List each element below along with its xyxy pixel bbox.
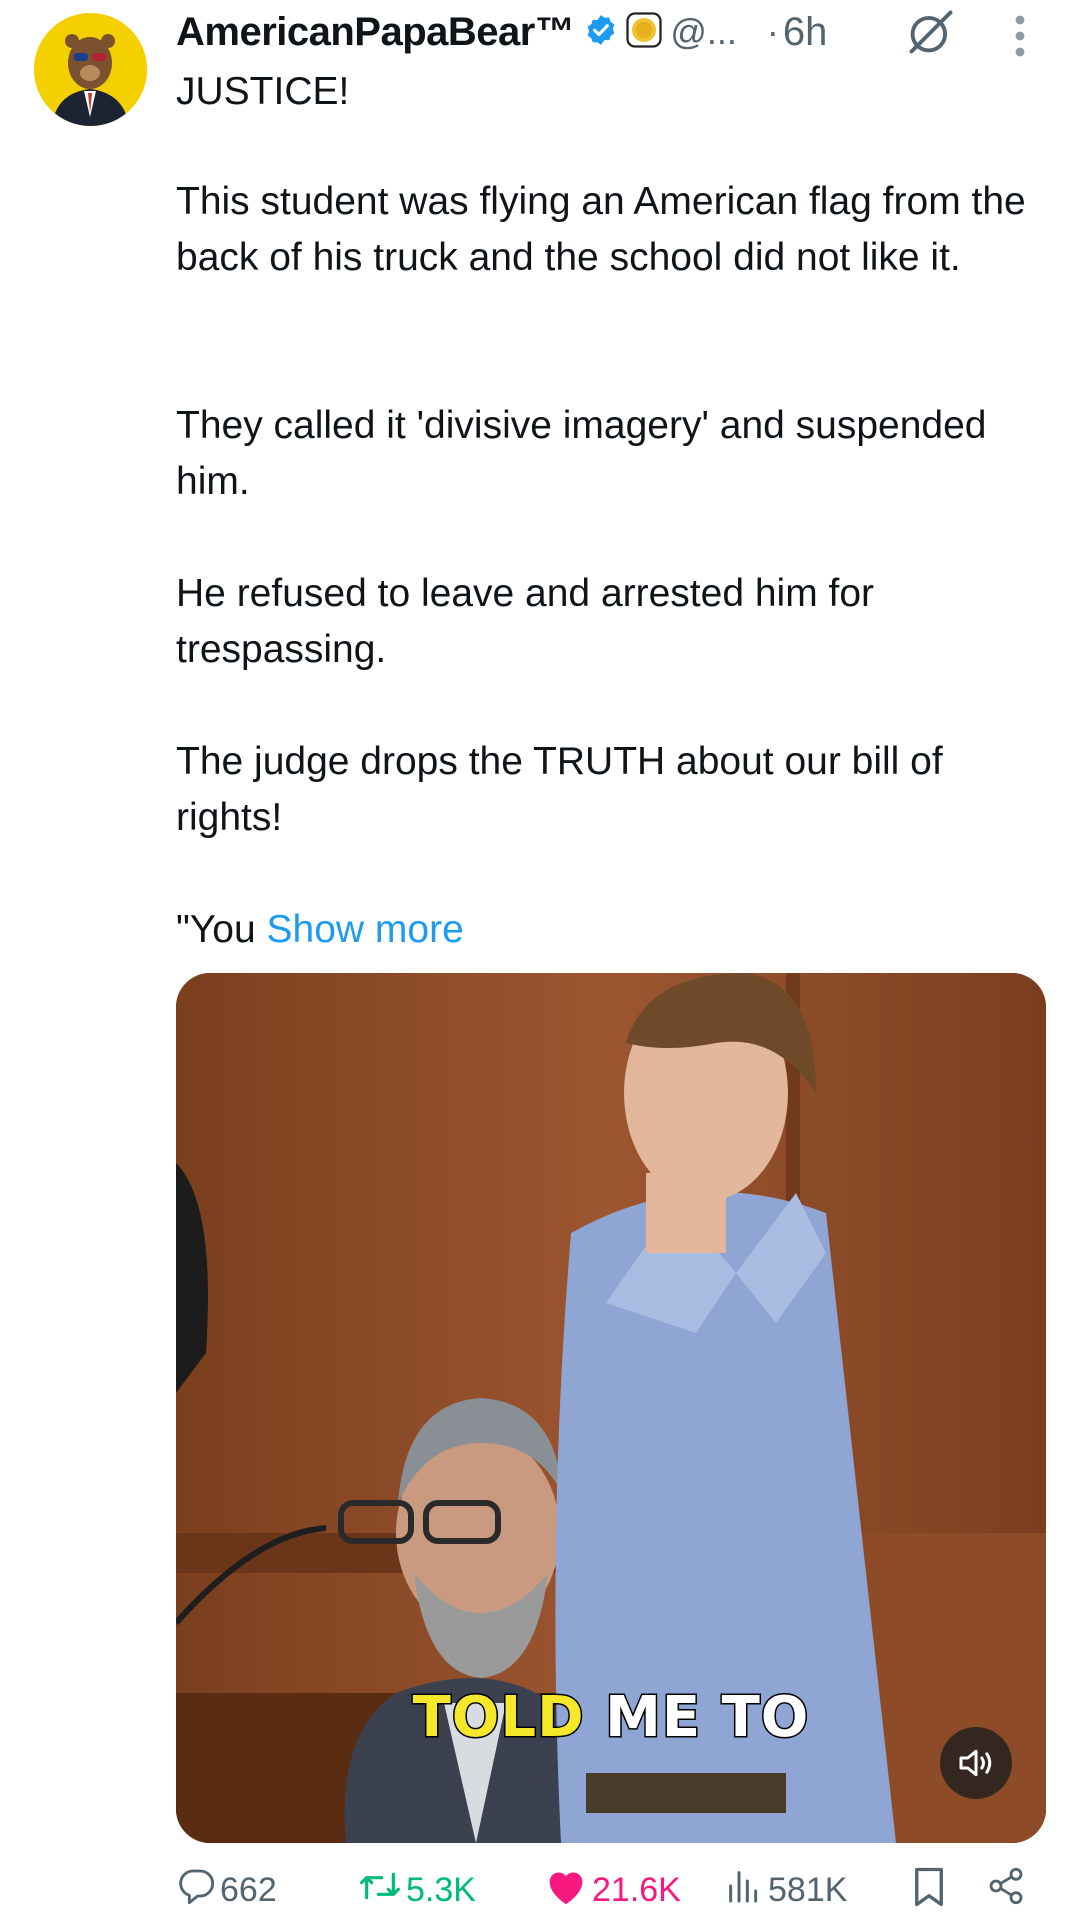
show-more-link[interactable]: Show more [267,908,464,951]
post-time[interactable]: 6h [783,10,828,55]
truncated-text: "You [176,908,256,951]
volume-icon[interactable] [940,1727,1012,1799]
caption-text: ME TO [604,1684,810,1752]
author-avatar[interactable] [34,13,147,126]
verified-badge-icon[interactable] [584,13,618,52]
author-name[interactable]: AmericanPapaBear™ [176,10,575,55]
like-count: 21.6K [592,1871,681,1909]
video-player[interactable]: TOLD ME TO [176,973,1046,1843]
repost-button[interactable]: 5.3K [358,1866,476,1915]
bookmark-button[interactable] [910,1866,948,1917]
caption-highlight: TOLD [411,1684,585,1752]
action-bar: 662 5.3K 21.6K 581K [0,1866,1080,1916]
views-icon [724,1866,764,1915]
share-button[interactable] [986,1866,1026,1915]
heart-icon [544,1866,588,1915]
bookmark-icon [910,1866,948,1917]
like-button[interactable]: 21.6K [544,1866,681,1915]
author-handle[interactable]: @... [670,11,737,53]
tweet-line-truncated: "You Show more [176,902,464,958]
more-options-icon[interactable] [1012,14,1028,63]
tweet-line: The judge drops the TRUTH about our bill… [176,740,943,839]
time-separator: · [766,11,779,52]
reply-count: 662 [220,1871,277,1909]
grok-icon[interactable] [905,6,957,63]
video-caption: TOLD ME TO [176,1684,1046,1752]
views-button[interactable]: 581K [724,1866,847,1915]
share-icon [986,1866,1026,1915]
reply-icon [176,1866,216,1915]
tweet-line: JUSTICE! [176,70,350,113]
retweet-icon [358,1866,402,1915]
repost-count: 5.3K [406,1871,476,1909]
view-count: 581K [768,1871,848,1909]
gold-coin-icon [626,11,662,53]
reply-button[interactable]: 662 [176,1866,277,1915]
tweet-line: They called it 'divisive imagery' and su… [176,404,987,503]
tweet-line: He refused to leave and arrested him for… [176,572,875,671]
tweet-line: This student was flying an American flag… [176,180,1026,279]
